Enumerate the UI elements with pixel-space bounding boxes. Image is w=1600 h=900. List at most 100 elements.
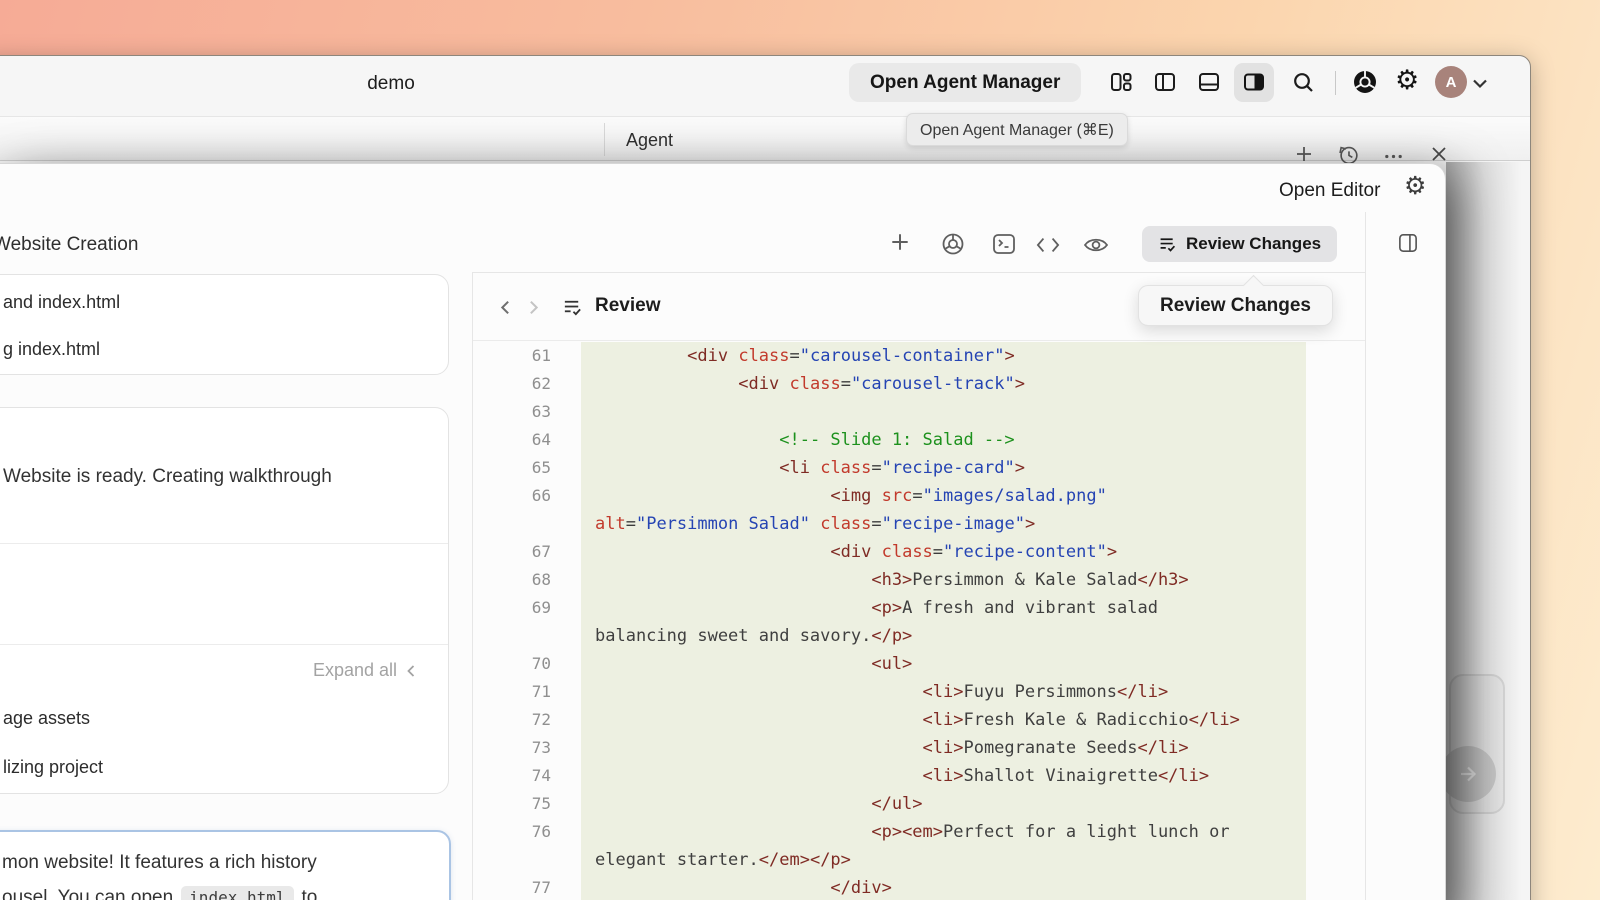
open-editor-button[interactable]: Open Editor — [1279, 180, 1380, 202]
code-row: 62 <div class="carousel-track"> — [473, 370, 1365, 398]
add-button[interactable] — [889, 231, 911, 253]
code-row: 72 <li>Fresh Kale & Radicchio</li> — [473, 706, 1365, 734]
code-row: 65 <li class="recipe-card"> — [473, 454, 1365, 482]
status-text: Website is ready. Creating walkthrough — [3, 466, 332, 488]
line-number: 65 — [473, 454, 581, 482]
tab-agent[interactable]: Agent — [626, 130, 673, 151]
step-item[interactable]: and index.html — [3, 292, 120, 313]
code-line-content: <li class="recipe-card"> — [581, 454, 1306, 482]
agent-manager-tooltip-text: Open Agent Manager (⌘E) — [920, 120, 1114, 140]
agent-manager-tooltip: Open Agent Manager (⌘E) — [906, 113, 1128, 146]
review-header-divider — [473, 340, 1365, 341]
code-view-button[interactable] — [1034, 234, 1062, 256]
line-number: 72 — [473, 706, 581, 734]
message-line: ousel. You can open index.html to — [2, 886, 317, 900]
close-panel-button[interactable] — [1429, 144, 1449, 164]
agent-message-card: mon website! It features a rich history … — [0, 830, 451, 900]
code-line-content: alt="Persimmon Salad" class="recipe-imag… — [581, 510, 1306, 538]
line-number: 73 — [473, 734, 581, 762]
code-line-content: <li>Pomegranate Seeds</li> — [581, 734, 1306, 762]
toolbar-divider — [1335, 71, 1336, 95]
code-line-content: <li>Fuyu Persimmons</li> — [581, 678, 1306, 706]
nav-back-button[interactable] — [498, 299, 513, 319]
code-row: 69 <p>A fresh and vibrant salad — [473, 594, 1365, 622]
code-row: elegant starter.</em></p> — [473, 846, 1365, 874]
list-check-icon — [562, 297, 583, 317]
nav-forward-button[interactable] — [526, 299, 541, 319]
line-number — [473, 510, 581, 538]
line-number: 63 — [473, 398, 581, 426]
search-button[interactable] — [1291, 70, 1315, 94]
code-line-content: balancing sweet and savory.</p> — [581, 622, 1306, 650]
right-strip-divider — [1365, 212, 1366, 900]
bottom-panel-button[interactable] — [1197, 70, 1221, 94]
agent-overlay-panel: Open Editor ⚙ Website Creation and index… — [0, 163, 1446, 900]
background-page-sliver — [1446, 162, 1530, 900]
window-titlebar: demo Open Agent Manager — [0, 56, 1530, 116]
terminal-button[interactable] — [991, 231, 1017, 257]
code-lines: 61 <div class="carousel-container">62 <d… — [473, 342, 1365, 900]
avatar[interactable]: A — [1435, 66, 1467, 98]
code-line-content: elegant starter.</em></p> — [581, 846, 1306, 874]
terminal-icon — [991, 231, 1017, 257]
task-item[interactable]: age assets — [3, 708, 90, 729]
code-row: 64 <!-- Slide 1: Salad --> — [473, 426, 1365, 454]
overlay-settings-button[interactable]: ⚙ — [1404, 174, 1426, 199]
new-agent-button[interactable] — [1294, 144, 1314, 164]
page-title: Website Creation — [0, 234, 138, 256]
chevron-right-icon — [526, 299, 541, 316]
code-line-content: <ul> — [581, 650, 1306, 678]
review-header-icon-wrap — [562, 297, 583, 322]
code-row: 67 <div class="recipe-content"> — [473, 538, 1365, 566]
code-icon — [1034, 234, 1062, 256]
browser-logo-button[interactable] — [1351, 68, 1379, 96]
toggle-side-panel-button[interactable] — [1397, 232, 1419, 257]
code-line-content: <li>Fresh Kale & Radicchio</li> — [581, 706, 1306, 734]
open-in-browser-button[interactable] — [940, 231, 966, 257]
search-icon — [1291, 70, 1315, 94]
right-sidebar-icon — [1242, 70, 1266, 94]
right-sidebar-button[interactable] — [1242, 70, 1266, 94]
code-line-content: <img src="images/salad.png" — [581, 482, 1306, 510]
code-line-content: </div> — [581, 874, 1306, 900]
list-check-icon — [1158, 235, 1177, 253]
preview-button[interactable] — [1083, 234, 1109, 256]
code-row: 71 <li>Fuyu Persimmons</li> — [473, 678, 1365, 706]
line-number: 66 — [473, 482, 581, 510]
code-line-content: <li>Shallot Vinaigrette</li> — [581, 762, 1306, 790]
line-number: 70 — [473, 650, 581, 678]
gear-icon: ⚙ — [1404, 172, 1426, 200]
plus-icon — [1294, 144, 1314, 164]
code-row: 63 — [473, 398, 1365, 426]
line-number: 69 — [473, 594, 581, 622]
code-row: balancing sweet and savory.</p> — [473, 622, 1365, 650]
code-row: 77 </div> — [473, 874, 1365, 900]
file-steps-card: and index.html g index.html — [0, 274, 449, 375]
inline-code-chip: index.html — [181, 886, 293, 900]
card-divider — [0, 543, 448, 544]
code-line-content: <p><em>Perfect for a light lunch or — [581, 818, 1306, 846]
tab-divider — [604, 123, 605, 156]
open-agent-manager-button[interactable]: Open Agent Manager — [849, 63, 1081, 102]
plus-icon — [889, 231, 911, 253]
code-row: 76 <p><em>Perfect for a light lunch or — [473, 818, 1365, 846]
expand-all-button[interactable]: Expand all — [313, 660, 418, 681]
code-row: 75 </ul> — [473, 790, 1365, 818]
line-number: 74 — [473, 762, 581, 790]
step-item[interactable]: g index.html — [3, 339, 100, 360]
line-number: 67 — [473, 538, 581, 566]
browser-outline-icon — [940, 231, 966, 257]
review-changes-tooltip: Review Changes — [1138, 285, 1333, 326]
settings-button[interactable]: ⚙ — [1395, 67, 1419, 94]
workspace-layout-button[interactable] — [1109, 70, 1133, 94]
open-editor-label: Open Editor — [1279, 180, 1380, 201]
toolbar-divider — [472, 272, 1365, 273]
split-left-panel-button[interactable] — [1153, 70, 1177, 94]
code-line-content: <h3>Persimmon & Kale Salad</h3> — [581, 566, 1306, 594]
task-item[interactable]: lizing project — [3, 757, 103, 778]
expand-all-label: Expand all — [313, 660, 397, 681]
review-changes-button[interactable]: Review Changes — [1142, 226, 1337, 262]
code-row: 73 <li>Pomegranate Seeds</li> — [473, 734, 1365, 762]
bottom-panel-icon — [1197, 70, 1221, 94]
account-menu-button[interactable] — [1471, 74, 1489, 92]
